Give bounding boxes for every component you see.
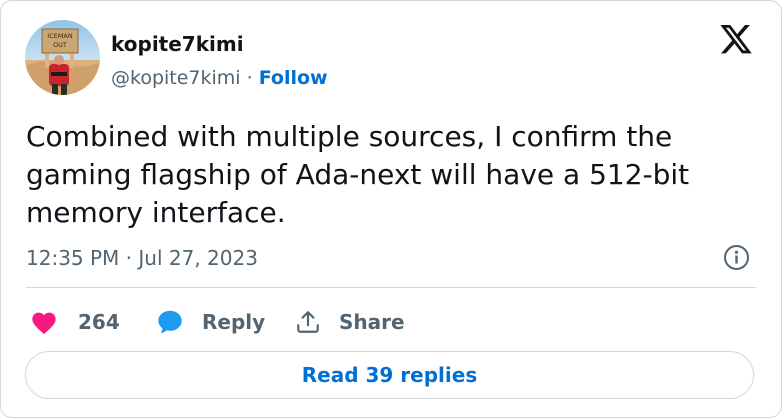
tweet-text: Combined with multiple sources, I confir… — [26, 120, 690, 229]
info-icon[interactable] — [723, 244, 750, 271]
reply-button[interactable]: Reply — [156, 306, 265, 338]
like-button[interactable]: 264 — [30, 306, 120, 338]
author-handle-line: @kopite7kimi · Follow — [111, 65, 328, 91]
like-count: 264 — [78, 310, 120, 334]
avatar-sign-line-2: OUT — [53, 41, 67, 49]
avatar-image: ICEMAN OUT — [25, 20, 100, 95]
author-handle[interactable]: @kopite7kimi — [111, 67, 241, 89]
share-upload-icon — [295, 309, 321, 335]
share-button[interactable]: Share — [295, 306, 405, 338]
avatar[interactable]: ICEMAN OUT — [25, 20, 100, 95]
x-logo-icon[interactable] — [718, 25, 754, 57]
read-replies-label: Read 39 replies — [301, 363, 478, 387]
speech-bubble-icon — [156, 308, 184, 336]
share-label: Share — [339, 310, 405, 334]
read-replies-button[interactable]: Read 39 replies — [25, 351, 754, 399]
avatar-sign-line-1: ICEMAN — [47, 32, 73, 40]
tweet-card: ICEMAN OUT kopite7kimi @kopite7kimi · Fo… — [0, 0, 782, 418]
tweet-timestamp[interactable]: 12:35 PM · Jul 27, 2023 — [26, 244, 258, 272]
follow-button[interactable]: Follow — [259, 67, 328, 89]
divider — [26, 287, 756, 288]
handle-separator: · — [240, 67, 259, 89]
reply-label: Reply — [202, 310, 266, 334]
author-display-name[interactable]: kopite7kimi — [111, 31, 244, 57]
heart-icon — [30, 309, 58, 335]
